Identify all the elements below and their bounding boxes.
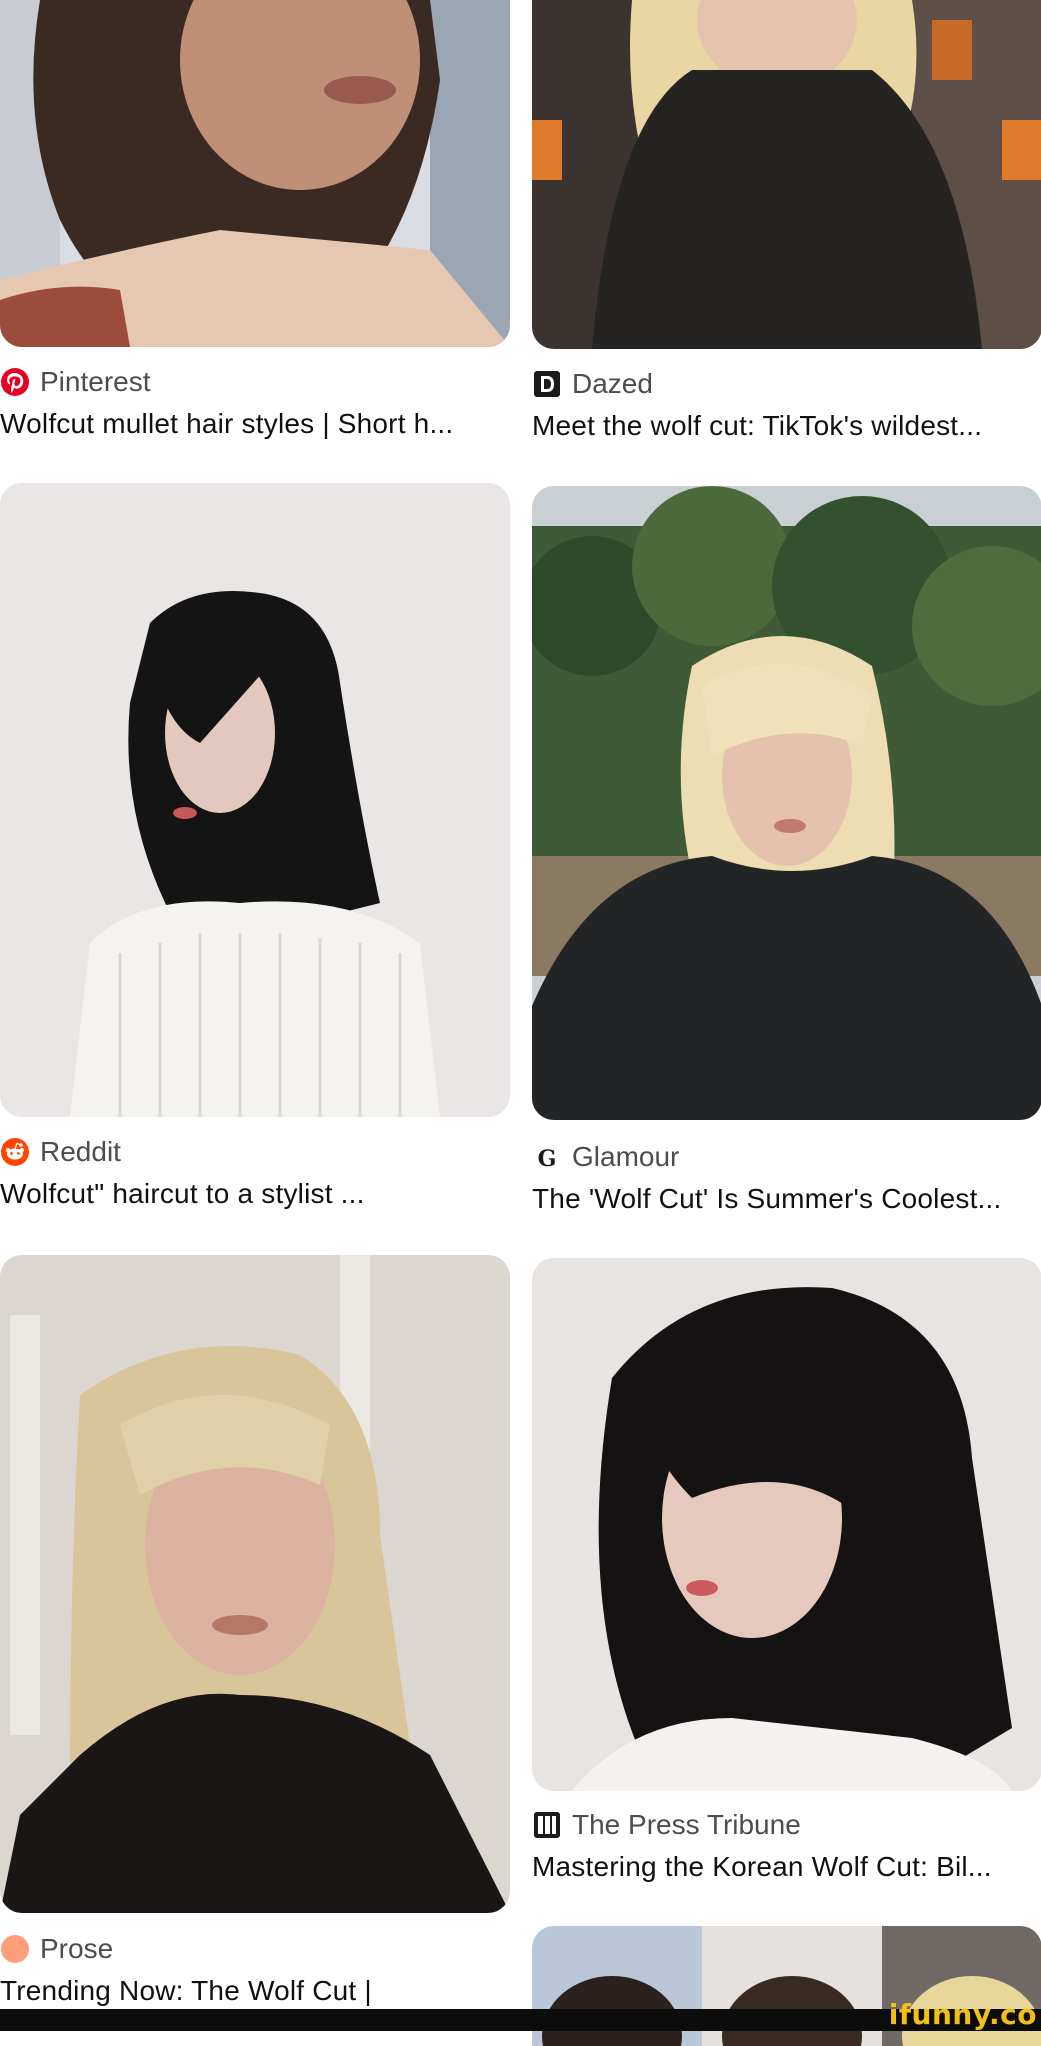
result-thumbnail[interactable]	[532, 1258, 1041, 1791]
glamour-icon: G	[538, 1146, 557, 1172]
result-source[interactable]: Dazed	[532, 366, 1041, 402]
thumbnail-image	[0, 1255, 510, 1913]
watermark: ifunny.co	[888, 1998, 1037, 2031]
result-thumbnail[interactable]	[0, 1255, 510, 1913]
result-thumbnail[interactable]	[0, 483, 510, 1117]
thumbnail-image	[0, 483, 510, 1117]
result-thumbnail[interactable]	[532, 486, 1041, 1120]
press-tribune-icon	[534, 1812, 560, 1838]
source-name: Prose	[40, 1933, 114, 1964]
pinterest-icon	[1, 368, 29, 396]
result-meta: G Glamour The 'Wolf Cut' Is Summer's Coo…	[532, 1139, 1041, 1215]
svg-text:G: G	[538, 1146, 557, 1172]
source-name: The Press Tribune	[572, 1809, 801, 1840]
source-name: Reddit	[40, 1136, 121, 1167]
thumbnail-image	[532, 486, 1041, 1120]
result-meta: Prose Trending Now: The Wolf Cut |	[0, 1931, 510, 2007]
result-meta: Reddit Wolfcut" haircut to a stylist ...	[0, 1134, 510, 1210]
thumbnail-image	[0, 0, 510, 347]
thumbnail-image	[532, 0, 1041, 349]
result-thumbnail[interactable]	[532, 0, 1041, 349]
bottom-bar	[0, 2009, 1041, 2031]
result-title[interactable]: Trending Now: The Wolf Cut |	[0, 1975, 510, 2007]
result-meta: The Press Tribune Mastering the Korean W…	[532, 1807, 1041, 1883]
result-title[interactable]: Wolfcut mullet hair styles | Short h...	[0, 408, 510, 440]
source-name: Dazed	[572, 368, 653, 399]
prose-icon	[1, 1935, 29, 1963]
source-name: Glamour	[572, 1141, 680, 1172]
result-meta: Dazed Meet the wolf cut: TikTok's wildes…	[532, 366, 1041, 442]
result-title[interactable]: Wolfcut" haircut to a stylist ...	[0, 1178, 510, 1210]
result-source[interactable]: The Press Tribune	[532, 1807, 1041, 1843]
result-thumbnail[interactable]	[0, 0, 510, 347]
result-meta: Pinterest Wolfcut mullet hair styles | S…	[0, 364, 510, 440]
result-source[interactable]: G Glamour	[532, 1139, 1041, 1175]
thumbnail-image	[532, 1258, 1041, 1791]
result-source[interactable]: Reddit	[0, 1134, 510, 1170]
dazed-icon	[534, 371, 560, 397]
source-name: Pinterest	[40, 366, 151, 397]
result-title[interactable]: The 'Wolf Cut' Is Summer's Coolest...	[532, 1183, 1041, 1215]
result-source[interactable]: Prose	[0, 1931, 510, 1967]
result-title[interactable]: Mastering the Korean Wolf Cut: Bil...	[532, 1851, 1041, 1883]
reddit-icon	[1, 1138, 29, 1166]
result-source[interactable]: Pinterest	[0, 364, 510, 400]
result-title[interactable]: Meet the wolf cut: TikTok's wildest...	[532, 410, 1041, 442]
